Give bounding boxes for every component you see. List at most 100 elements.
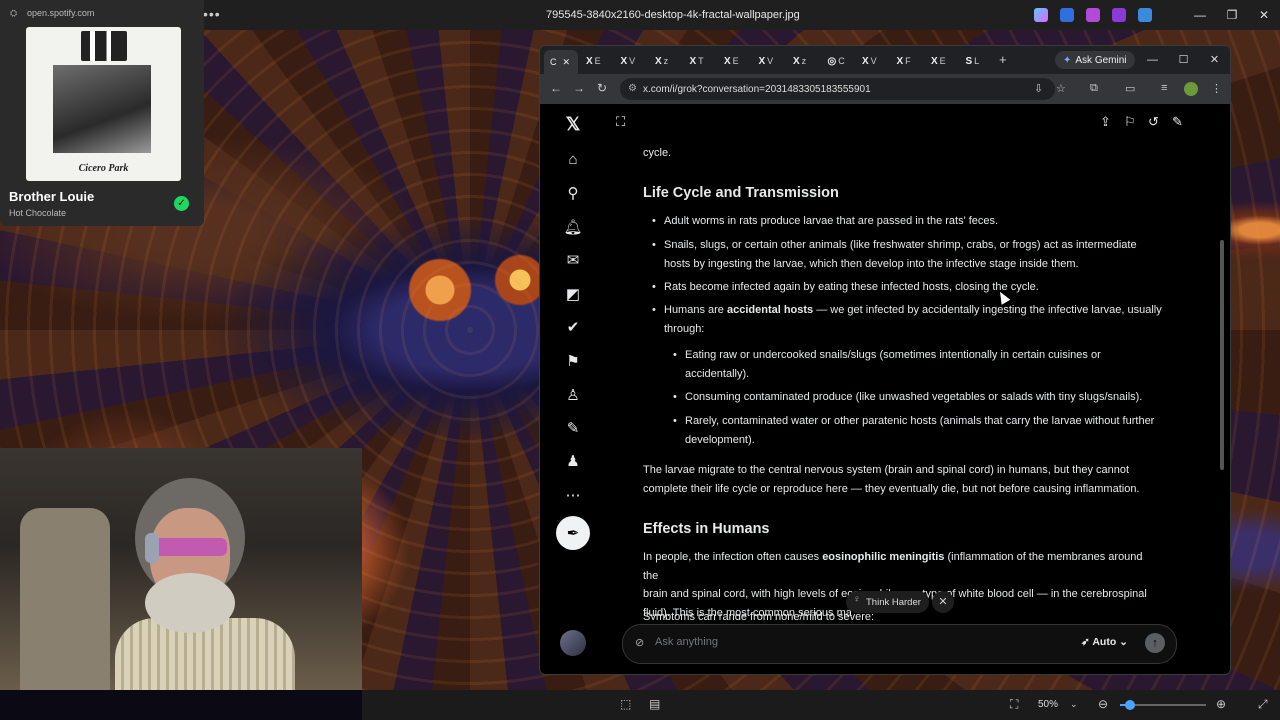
premium-icon[interactable]: ✔ [563, 317, 583, 337]
send-button[interactable]: ↑ [1145, 633, 1165, 653]
ocr-icon[interactable]: ▤ [649, 697, 660, 711]
saved-check-icon[interactable]: ✓ [174, 196, 189, 211]
tab-label: T [698, 56, 704, 66]
browser-menu-icon[interactable]: ⋮ [1211, 82, 1222, 95]
bookmark-star-icon[interactable]: ☆ [1056, 82, 1066, 95]
mode-selector[interactable]: ➶ Auto ⌄ [1081, 636, 1128, 648]
tab-label: E [732, 56, 739, 66]
close-button[interactable]: ✕ [1248, 0, 1280, 30]
minimize-button[interactable]: — [1184, 0, 1216, 30]
browser-tab[interactable]: Xz [655, 51, 685, 71]
zoom-in-icon[interactable]: ⊕ [1216, 697, 1226, 711]
browser-tab[interactable]: XT [690, 51, 720, 71]
track-title[interactable]: Brother Louie [9, 189, 94, 204]
articles-icon[interactable]: ✎ [563, 418, 583, 438]
extensions-icon[interactable]: ⧉ [1090, 82, 1098, 95]
tab-label: z [801, 56, 807, 66]
bookmarks-icon[interactable]: ⚑ [563, 351, 583, 371]
album-art: Cicero Park [26, 27, 181, 181]
home-icon[interactable]: ⌂ [563, 149, 583, 169]
crop-icon[interactable]: ⬚ [620, 697, 631, 711]
fullscreen-icon[interactable]: ⤢ [1258, 697, 1268, 712]
more-icon[interactable]: ⋯ [563, 485, 583, 505]
profile-avatar[interactable] [1184, 82, 1198, 96]
reload-button[interactable]: ↻ [597, 81, 607, 95]
expand-icon[interactable]: ⛶ [616, 114, 625, 130]
think-harder-close-icon[interactable]: ✕ [932, 591, 954, 613]
zoom-dropdown-icon[interactable]: ⌄ [1070, 699, 1078, 710]
browser-tab[interactable]: XV [759, 51, 789, 71]
browser-tab[interactable]: SL [966, 51, 996, 71]
browser-minimize-button[interactable]: — [1137, 46, 1168, 74]
back-button[interactable]: ← [550, 81, 562, 95]
history-icon[interactable]: ↺ [1148, 114, 1159, 130]
browser-tab[interactable]: XE [586, 51, 616, 71]
tab-strip: C ✕ X E X V Xz X T X E X V Xz ◎ C X V X F X E S L + ✦ Ask Gem… [540, 46, 1230, 74]
list-item: Rats become infected again by eating the… [652, 278, 1039, 297]
compose-post-button[interactable]: ✒ [556, 516, 590, 550]
spotify-miniplayer[interactable]: ⛭ open.spotify.com Cicero Park Brother L… [0, 0, 204, 226]
grok-icon[interactable]: ◩ [563, 284, 583, 304]
zoom-slider-handle[interactable] [1125, 700, 1136, 710]
install-app-icon[interactable]: ⇩ [1034, 82, 1043, 95]
maximize-button[interactable]: ❐ [1216, 0, 1248, 30]
ask-input[interactable] [653, 635, 1057, 649]
tab-favicon: X [586, 55, 593, 67]
page-scrollbar[interactable] [1218, 164, 1226, 674]
share-icon[interactable]: ⇪ [1100, 114, 1111, 130]
rocket-icon: ➶ [1081, 636, 1093, 648]
browser-tab[interactable]: XV [862, 51, 892, 71]
designer-icon[interactable] [1086, 8, 1100, 22]
tab-label: C [838, 56, 845, 66]
notifications-icon[interactable]: 🔔︎ [563, 217, 583, 237]
tab-label: V [870, 56, 877, 66]
zoom-out-icon[interactable]: ⊖ [1098, 697, 1108, 711]
window-controls: — ❐ ✕ [1184, 0, 1280, 30]
messages-icon[interactable]: ✉ [563, 250, 583, 270]
x-logo-icon[interactable]: 𝕏 [563, 114, 583, 134]
forward-button[interactable]: → [573, 81, 585, 95]
browser-tab[interactable]: XV [621, 51, 651, 71]
browser-tab[interactable]: XF [897, 51, 927, 71]
webcam-overlay [0, 448, 362, 690]
more-options-icon[interactable]: ••• [203, 6, 221, 22]
tab-label: C [550, 57, 557, 67]
browser-maximize-button[interactable]: ☐ [1168, 46, 1199, 74]
browser-tab[interactable]: ◎ C [828, 51, 858, 71]
jobs-icon[interactable]: ♙ [563, 385, 583, 405]
browser-tab[interactable]: XE [931, 51, 961, 71]
track-artist[interactable]: Hot Chocolate [9, 208, 66, 218]
chat-header: ⛶ ⇪ ⚐ ↺ ✎ [604, 104, 1224, 140]
onedrive-icon[interactable] [1138, 8, 1152, 22]
zoom-level[interactable]: 50% [1038, 699, 1058, 710]
split-view-icon[interactable]: ▭ [1125, 82, 1135, 95]
zoom-slider[interactable] [1120, 700, 1206, 710]
streamer [115, 478, 295, 690]
tab-close-icon[interactable]: ✕ [563, 57, 571, 68]
new-chat-icon[interactable]: ✎ [1172, 114, 1183, 130]
list-item: Snails, slugs, or certain other animals … [652, 236, 1137, 273]
profile-icon[interactable]: ♟ [563, 451, 583, 471]
browser-tab[interactable]: XE [724, 51, 754, 71]
address-bar[interactable]: ⚙ x.com/i/grok?conversation=203148330518… [620, 78, 1055, 100]
bookmark-icon[interactable]: ⚐ [1124, 114, 1136, 130]
scroll-thumb[interactable] [1220, 240, 1224, 470]
browser-tab[interactable]: Xz [793, 51, 823, 71]
fit-icon[interactable]: ⛶ [1010, 697, 1018, 712]
search-icon[interactable]: ⚲ [563, 183, 583, 203]
browser-window-controls: — ☐ ✕ [1137, 46, 1230, 74]
new-tab-button[interactable]: + [999, 52, 1007, 67]
copilot-icon[interactable] [1034, 8, 1048, 22]
browser-close-button[interactable]: ✕ [1199, 46, 1230, 74]
attach-icon[interactable]: ⊘ [635, 636, 644, 649]
viewer-bottom-bar: ⬚ ▤ ⛶ 50% ⌄ ⊖ ⊕ ⤢ [362, 690, 1280, 720]
ask-gemini-button[interactable]: ✦ Ask Gemini [1055, 51, 1135, 69]
think-harder-chip[interactable]: Think Harder [846, 591, 929, 613]
media-controls-icon[interactable]: ≡ [1161, 82, 1167, 94]
account-avatar[interactable] [560, 630, 586, 656]
site-info-icon[interactable]: ⚙ [628, 83, 637, 94]
clipchamp-icon[interactable] [1112, 8, 1126, 22]
ask-box: ⊘ ➶ Auto ⌄ ↑ [622, 624, 1177, 664]
edit-icon[interactable] [1060, 8, 1074, 22]
tab-active[interactable]: C ✕ [544, 50, 578, 74]
